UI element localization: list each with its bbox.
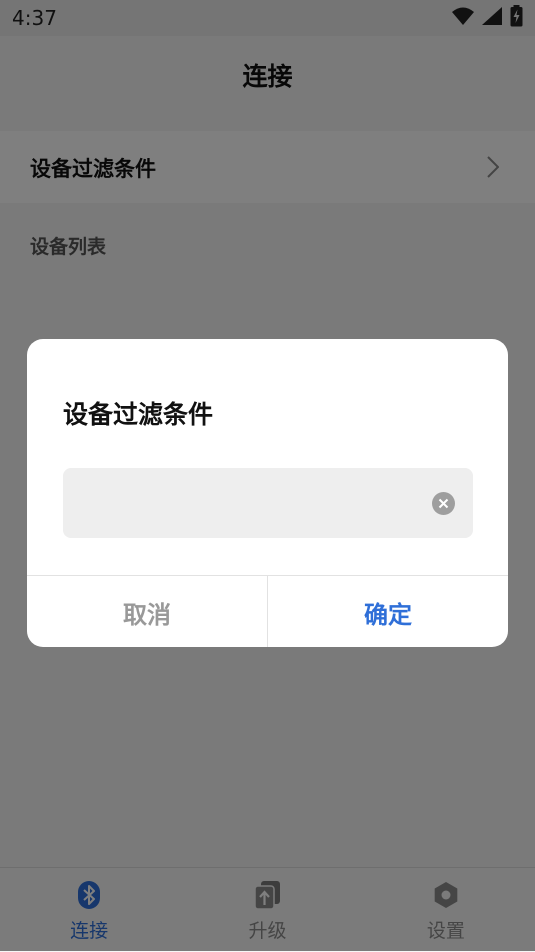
filter-input[interactable] bbox=[77, 468, 421, 540]
dialog-buttons: 取消 确定 bbox=[27, 575, 508, 647]
dialog-title: 设备过滤条件 bbox=[63, 400, 214, 429]
clear-icon[interactable] bbox=[432, 492, 455, 515]
filter-input-container bbox=[63, 468, 473, 540]
cancel-button[interactable]: 取消 bbox=[27, 576, 268, 647]
confirm-button[interactable]: 确定 bbox=[268, 576, 508, 647]
filter-dialog: 设备过滤条件 取消 确定 bbox=[27, 339, 508, 647]
